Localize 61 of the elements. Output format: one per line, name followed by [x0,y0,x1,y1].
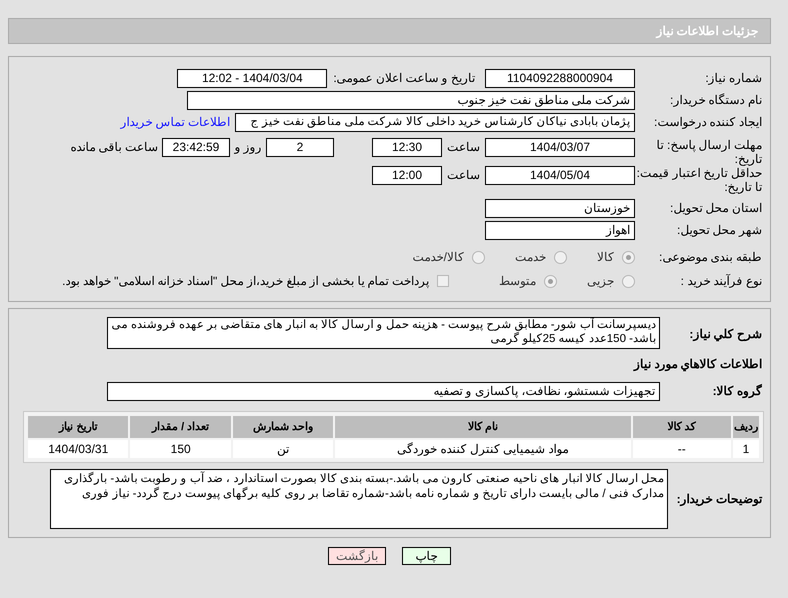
radio-button[interactable] [554,250,567,264]
field-label: طبقه بندی موضوعی: [658,250,763,264]
checkbox-label: پرداخت تمام یا بخشی از مبلغ خرید،از محل "اسناد خزانه اسلامی" خواهد بود. [62,273,429,290]
column-header: ردیف [732,416,759,438]
field-label: ایجاد کننده درخواست: [652,115,763,129]
field-label: توضیحات خریدار: [676,491,764,508]
radio-label: کالا [597,249,614,266]
field-label: ساعت [446,167,481,184]
table-cell: 150 [130,440,231,458]
field-label: مهلت ارسال پاسخ: تا تاریخ: [656,138,763,166]
table-cell: مواد شیمیایی کنترل کننده خوردگی [335,440,630,458]
description-field[interactable]: دیسپرسانت آب شور- مطابق شرح پیوست - هزینه حمل و ارسال کالا به انبار های متقاضی بر عهده فروشنده می باشد- 150عدد کیسه 25کیلو گرمی [107,317,660,349]
text-field[interactable]: 12:30 [372,138,442,157]
field-label: شهر محل تحویل: [676,223,763,237]
table-cell: -- [632,440,731,458]
field-label: روز و [233,139,263,156]
field-label: شرح کلي نیاز: [688,326,763,343]
table-cell: 1404/03/31 [28,440,128,458]
field-label: ساعت [446,139,481,156]
radio-label: متوسط [499,273,536,290]
text-field[interactable]: 23:42:59 [162,138,230,157]
text-field[interactable]: 2 [266,138,334,157]
table-cell: تن [232,440,334,458]
text-field[interactable]: تجهیزات شستشو، نظافت، پاکسازی و تصفیه [107,382,660,400]
field-label: ساعت باقی مانده [70,139,158,156]
radio-button[interactable] [472,250,485,264]
radio-label: خدمت [515,249,546,266]
column-header: نام کالا [335,416,630,438]
field-label: شماره نیاز: [704,71,763,85]
field-label: نام دستگاه خریدار: [668,93,763,107]
text-field[interactable]: پژمان بابادی نیاکان کارشناس خرید داخلی کالا شرکت ملی مناطق نفت خیز ج [235,112,635,132]
text-field[interactable]: شرکت ملی مناطق نفت خیز جنوب [187,90,635,110]
column-header: تاریخ نیاز [28,416,128,438]
radio-label: کالا/خدمت [412,249,464,266]
text-field[interactable]: 12:00 [372,166,442,185]
notes-field[interactable]: محل ارسال کالا انبار های ناحیه صنعتی کارون می باشد.-بسته بندی کالا بصورت استاندارد ، ضد آب و رطوبت باشد- بارگذاری مدارک فنی / مالی بایست دارای تاریخ و شماره نامه باشد-شماره تقاضا بر روی کلیه برگهای پیوست درج گردد- نیاز فوری [50,469,668,529]
page-title: جزئیات اطلاعات نیاز [656,23,758,40]
table-cell: 1 [732,440,759,458]
print-button[interactable]: چاپ [402,547,451,565]
field-label: نوع فرآیند خرید : [680,274,763,288]
back-button[interactable]: بازگشت [328,547,386,565]
radio-label: جزیی [587,273,614,290]
field-label: تاریخ و ساعت اعلان عمومی: [333,70,475,87]
column-header: کد کالا [632,416,731,438]
text-field[interactable]: 1404/05/04 [485,166,635,185]
contact-link[interactable]: اطلاعات تماس خریدار [120,113,230,131]
radio-button[interactable] [622,274,635,288]
text-field[interactable]: 1404/03/04 - 12:02 [177,68,328,88]
checkbox[interactable] [437,275,449,287]
radio-button[interactable] [622,250,635,264]
radio-button[interactable] [544,274,557,288]
section-title: اطلاعات کالاهاي مورد نياز [632,356,763,373]
field-label: استان محل تحویل: [668,201,763,215]
column-header: واحد شمارش [232,416,334,438]
text-field[interactable]: خوزستان [485,198,635,218]
text-field[interactable]: 1104092288000904 [485,68,635,88]
field-label: حداقل تاریخ اعتبار قیمت: تا تاریخ: [636,166,763,194]
column-header: تعداد / مقدار [130,416,231,438]
field-label: گروه کالا: [712,383,763,400]
text-field[interactable]: اهواز [485,220,635,240]
text-field[interactable]: 1404/03/07 [485,138,635,157]
